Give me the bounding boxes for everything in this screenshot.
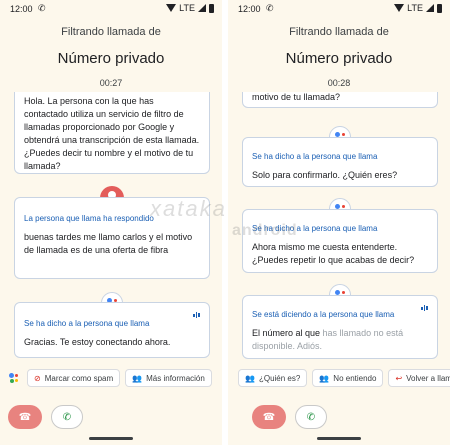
screening-subtitle: Filtrando llamada de xyxy=(61,26,161,38)
transcript-card: Se ha dicho a la persona que llama Solo … xyxy=(242,137,438,187)
who-is-it-chip[interactable]: 👥 ¿Quién es? xyxy=(238,369,308,387)
battery-icon xyxy=(209,3,214,13)
gesture-nav-bar[interactable] xyxy=(89,437,133,440)
transcript-label: Se ha dicho a la persona que llama xyxy=(252,152,378,161)
status-bar: 12:00 ✆ LTE xyxy=(228,0,450,18)
callback-icon: ↩ xyxy=(395,373,403,383)
wifi-icon xyxy=(166,4,177,12)
call-status-icon: ✆ xyxy=(38,3,46,13)
battery-icon xyxy=(437,3,442,13)
answer-call-button[interactable]: ✆ xyxy=(295,405,327,429)
google-assistant-icon xyxy=(6,370,22,386)
status-time: 12:00 xyxy=(10,4,33,14)
transcript-text: Gracias. Te estoy conectando ahora. xyxy=(24,337,171,347)
transcript-card: Se ha dicho a la persona que llama Graci… xyxy=(14,302,210,358)
transcript-text: Ahora mismo me cuesta entenderte. ¿Puede… xyxy=(252,242,415,265)
suggestion-chips: ⊘ Marcar como spam 👥 Más información xyxy=(6,368,222,388)
people-icon: 👥 xyxy=(245,373,255,383)
transcript-text: El número al que has llamado no está dis… xyxy=(252,327,428,353)
call-timer: 00:27 xyxy=(99,78,123,88)
end-call-button[interactable]: ☎ xyxy=(8,405,42,429)
caller-name: Número privado xyxy=(57,50,165,67)
spoken-text: El número al que xyxy=(252,328,323,338)
end-call-button[interactable]: ☎ xyxy=(252,405,286,429)
signal-icon xyxy=(198,4,206,12)
status-time: 12:00 xyxy=(238,4,261,14)
wifi-icon xyxy=(394,4,405,12)
people-icon: 👥 xyxy=(132,373,143,383)
people-icon: 👥 xyxy=(319,373,330,383)
call-header: Filtrando llamada de Número privado 00:2… xyxy=(0,22,222,88)
hang-up-icon: ☎ xyxy=(18,411,32,423)
call-actions: ☎ ✆ xyxy=(8,405,83,429)
block-icon: ⊘ xyxy=(34,373,41,383)
signal-icon xyxy=(426,4,434,12)
network-type: LTE xyxy=(407,3,423,13)
chip-label: Volver a llam xyxy=(406,373,450,383)
phone-icon: ✆ xyxy=(306,411,316,423)
transcript-text: Solo para confirmarlo. ¿Quién eres? xyxy=(252,170,398,180)
dont-understand-chip[interactable]: 👥 No entiendo xyxy=(312,369,384,387)
transcript-card: Hola. La persona con la que has contacta… xyxy=(14,92,210,174)
watermark-logo: android xyxy=(232,222,298,239)
watermark-logo: xataka xyxy=(150,196,227,221)
transcript-card: Se está diciendo a la persona que llama … xyxy=(242,295,438,359)
more-info-chip[interactable]: 👥 Más información xyxy=(125,369,212,387)
status-bar: 12:00 ✆ LTE xyxy=(0,0,222,18)
transcript-card: Se ha dicho a la persona que llama Ahora… xyxy=(242,209,438,273)
call-status-icon: ✆ xyxy=(266,3,274,13)
call-actions: ☎ ✆ xyxy=(252,405,327,429)
transcript-card: motivo de tu llamada? xyxy=(242,92,438,108)
screening-subtitle: Filtrando llamada de xyxy=(289,26,389,38)
chip-label: Marcar como spam xyxy=(44,373,114,383)
speaking-indicator-icon xyxy=(193,312,201,318)
gesture-nav-bar[interactable] xyxy=(317,437,361,440)
call-header: Filtrando llamada de Número privado 00:2… xyxy=(228,22,450,88)
caller-name: Número privado xyxy=(285,50,393,67)
network-type: LTE xyxy=(179,3,195,13)
chip-label: Más información xyxy=(146,373,205,383)
transcript-text: buenas tardes me llamo carlos y el motiv… xyxy=(24,232,193,255)
mark-spam-chip[interactable]: ⊘ Marcar como spam xyxy=(27,369,121,387)
suggestion-chips: 👥 ¿Quién es? 👥 No entiendo ↩ Volver a ll… xyxy=(238,368,450,388)
call-timer: 00:28 xyxy=(327,78,351,88)
transcript-text: Hola. La persona con la que has contacta… xyxy=(24,96,200,171)
transcript-text: motivo de tu llamada? xyxy=(252,92,341,102)
chip-label: No entiendo xyxy=(333,373,377,383)
call-back-chip[interactable]: ↩ Volver a llam xyxy=(388,369,450,387)
hang-up-icon: ☎ xyxy=(262,411,276,423)
transcript-list[interactable]: Hola. La persona con la que has contacta… xyxy=(14,92,210,360)
left-screen: 12:00 ✆ LTE Filtrando llamada de Número … xyxy=(0,0,222,445)
transcript-label: Se está diciendo a la persona que llama xyxy=(252,310,395,319)
phone-icon: ✆ xyxy=(62,411,72,423)
answer-call-button[interactable]: ✆ xyxy=(51,405,83,429)
speaking-indicator-icon xyxy=(421,305,429,311)
chip-label: ¿Quién es? xyxy=(258,373,301,383)
transcript-label: Se ha dicho a la persona que llama xyxy=(24,319,150,328)
